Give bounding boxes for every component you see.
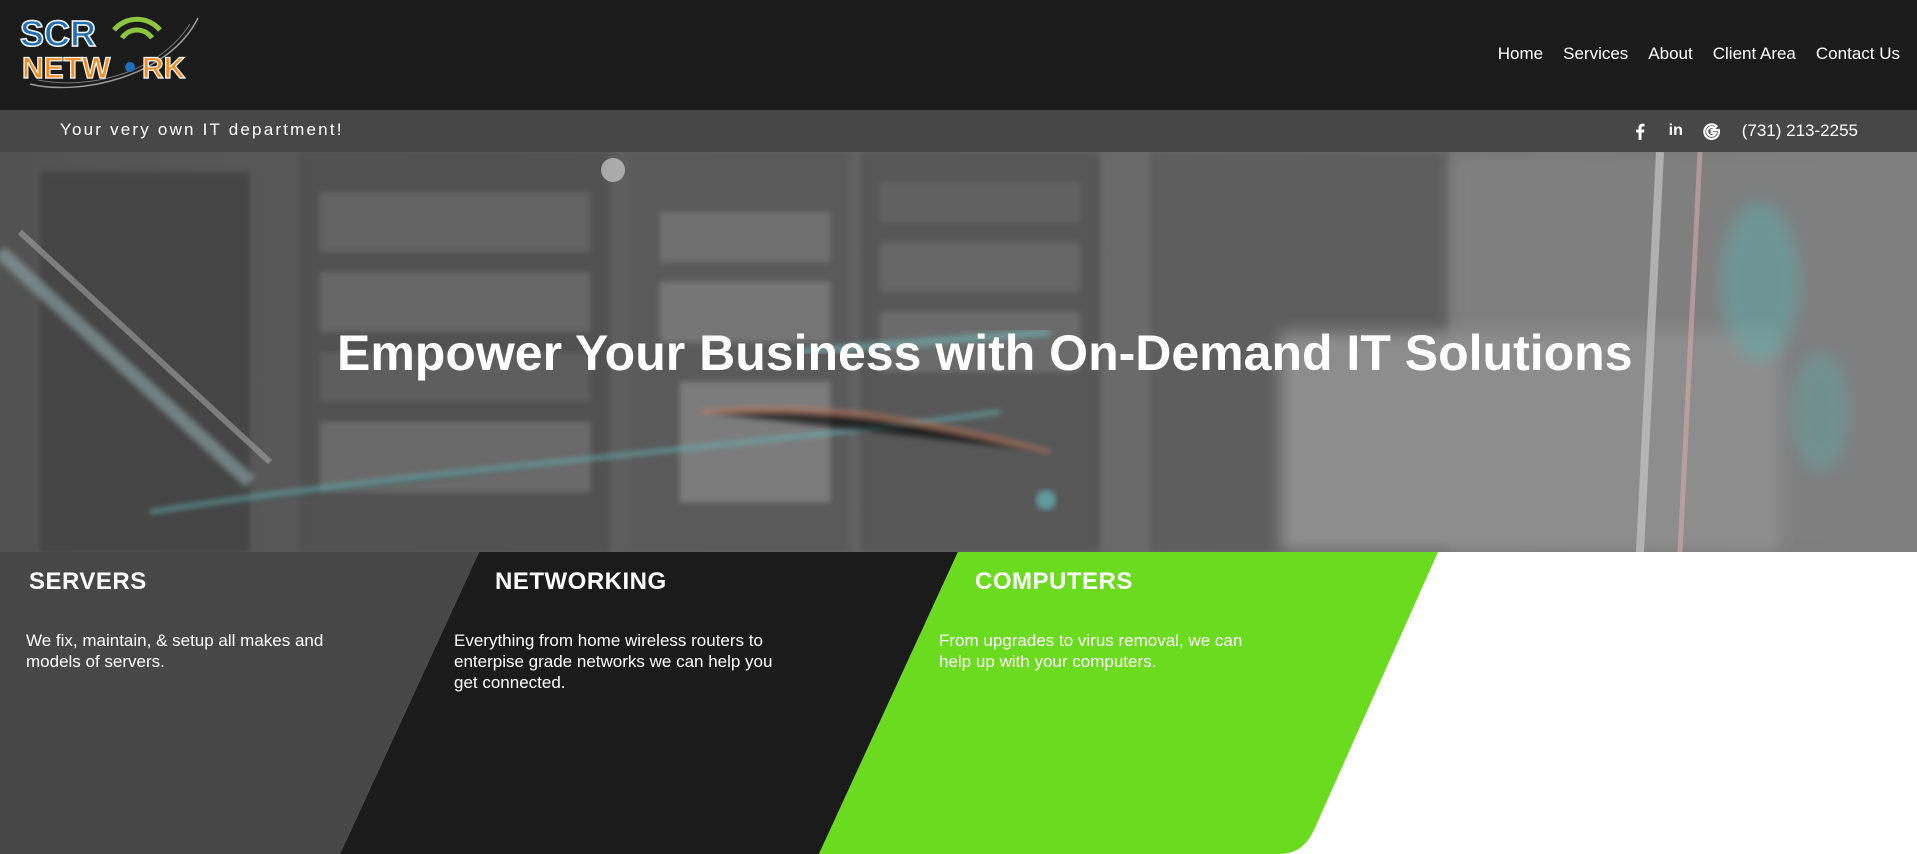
panel-servers-text-line: models of servers. <box>26 652 165 671</box>
main-nav: Home Services About Client Area Contact … <box>1478 44 1900 64</box>
panel-networking-title[interactable]: NETWORKING <box>495 568 667 596</box>
hero-title-text: Empower Your Business with On-Demand IT … <box>337 325 1633 381</box>
nav-contact-us[interactable]: Contact Us <box>1816 44 1900 64</box>
site-logo[interactable]: SCR NETW RK <box>18 12 204 92</box>
panel-computers-text-line: help up with your computers. <box>939 652 1157 671</box>
svg-text:SCR: SCR <box>20 13 96 54</box>
panel-computers-text-line: From upgrades to virus removal, we can <box>939 631 1243 650</box>
panel-servers-text-line: We fix, maintain, & setup all makes and <box>26 631 324 650</box>
nav-client-area[interactable]: Client Area <box>1713 44 1796 64</box>
panel-networking-text-line: get connected. <box>454 673 566 692</box>
panel-servers-title[interactable]: SERVERS <box>29 568 147 596</box>
social-links: in (731) 213-2255 <box>1616 119 1858 143</box>
linkedin-icon[interactable]: in <box>1664 119 1688 143</box>
nav-services[interactable]: Services <box>1563 44 1628 64</box>
panel-computers-text: From upgrades to virus removal, we can h… <box>939 630 1242 672</box>
facebook-icon[interactable] <box>1628 119 1652 143</box>
tagline: Your very own IT department! <box>60 120 344 139</box>
svg-text:NETW: NETW <box>22 52 111 85</box>
panel-servers-text: We fix, maintain, & setup all makes and … <box>26 630 323 672</box>
hero-banner: Empower Your Business with On-Demand IT … <box>0 152 1917 552</box>
panel-networking-text-line: Everything from home wireless routers to <box>454 631 763 650</box>
services-panels: SERVERS We fix, maintain, & setup all ma… <box>0 552 1917 854</box>
google-icon[interactable] <box>1700 119 1724 143</box>
nav-home[interactable]: Home <box>1498 44 1543 64</box>
phone-number[interactable]: (731) 213-2255 <box>1742 121 1858 141</box>
panel-networking-text: Everything from home wireless routers to… <box>454 630 772 693</box>
panel-networking-text-line: enterpise grade networks we can help you <box>454 652 773 671</box>
panel-computers-title[interactable]: COMPUTERS <box>975 568 1133 596</box>
top-info-bar: Your very own IT department! in (731) 21… <box>0 110 1917 152</box>
site-header: SCR NETW RK Home Services About Client A… <box>0 0 1917 110</box>
svg-text:RK: RK <box>142 52 186 85</box>
hero-title: Empower Your Business with On-Demand IT … <box>0 324 1917 382</box>
nav-about[interactable]: About <box>1648 44 1692 64</box>
services-panels-background <box>0 552 1438 854</box>
scr-network-logo: SCR NETW RK <box>19 12 199 89</box>
